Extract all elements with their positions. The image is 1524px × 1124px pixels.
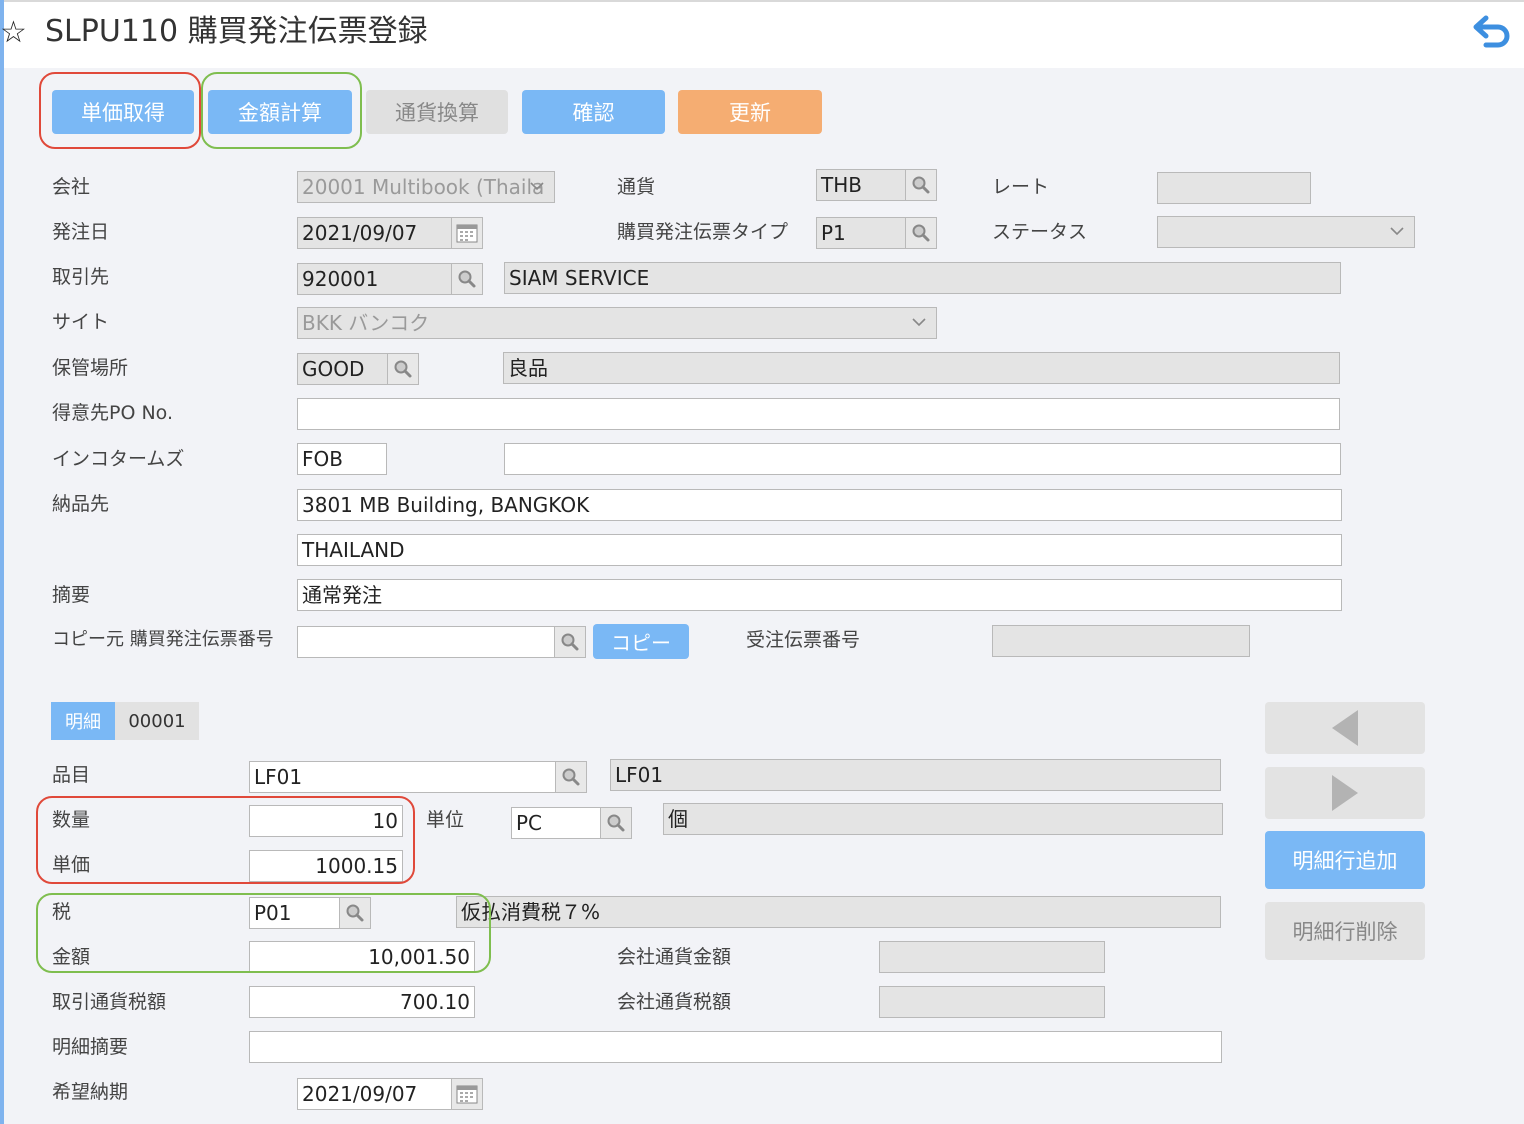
currency-value: THB: [821, 173, 862, 197]
unit-name-field: 個: [663, 803, 1223, 835]
tab-line-00001[interactable]: 00001: [115, 702, 199, 740]
vendor-code-field[interactable]: 920001: [297, 263, 483, 295]
sales-order-no-field: [992, 625, 1250, 657]
tab-detail[interactable]: 明細: [51, 702, 115, 740]
confirm-button[interactable]: 確認: [522, 90, 665, 134]
add-line-button[interactable]: 明細行追加: [1265, 831, 1425, 889]
triangle-right-icon: [1332, 775, 1358, 811]
item-code-value: LF01: [254, 765, 303, 789]
search-icon[interactable]: [554, 627, 585, 657]
line-memo-input[interactable]: [249, 1031, 1222, 1063]
storage-name-field: 良品: [503, 352, 1340, 384]
ship-to-line1-input[interactable]: 3801 MB Building, BANGKOK: [297, 489, 1342, 521]
company-value: 20001 Multibook (Thaila: [302, 175, 545, 199]
update-button[interactable]: 更新: [678, 90, 822, 134]
po-type-label: 購買発注伝票タイプ: [617, 221, 789, 243]
customer-po-label: 得意先PO No.: [52, 402, 173, 424]
vendor-code-value: 920001: [302, 267, 379, 291]
left-accent-stripe: [0, 0, 4, 1124]
order-date-value: 2021/09/07: [302, 221, 418, 245]
incoterms-label: インコタームズ: [52, 448, 185, 470]
unit-label: 単位: [426, 809, 465, 831]
storage-code-field[interactable]: GOOD: [297, 353, 419, 385]
chevron-down-icon: [912, 318, 926, 327]
delivery-date-input[interactable]: 2021/09/07: [297, 1078, 483, 1110]
unit-code-input[interactable]: PC: [511, 807, 632, 839]
company-amount-label: 会社通貨金額: [617, 946, 732, 968]
rate-field: [1157, 172, 1311, 204]
memo-label: 摘要: [52, 584, 91, 606]
page-title: SLPU110 購買発注伝票登録: [45, 14, 428, 49]
storage-code-value: GOOD: [302, 357, 365, 381]
search-icon[interactable]: [387, 354, 418, 384]
currency-label: 通貨: [617, 176, 656, 198]
ship-to-line2-input[interactable]: THAILAND: [297, 534, 1342, 566]
company-amount-field: [879, 941, 1105, 973]
delivery-date-label: 希望納期: [52, 1081, 129, 1103]
vendor-label: 取引先: [52, 266, 110, 288]
site-value: BKK バンコク: [302, 311, 430, 335]
chevron-down-icon: [1390, 227, 1404, 236]
calendar-icon[interactable]: [451, 1079, 482, 1109]
incoterms-code-input[interactable]: FOB: [297, 443, 387, 475]
currency-field[interactable]: THB: [816, 169, 937, 201]
line-memo-label: 明細摘要: [52, 1036, 129, 1058]
order-date-label: 発注日: [52, 221, 110, 243]
tax-amount-input[interactable]: 700.10: [249, 986, 475, 1018]
tax-name-field: 仮払消費税７%: [456, 896, 1221, 928]
item-name-field: LF01: [610, 759, 1221, 791]
rate-label: レート: [992, 176, 1050, 198]
previous-line-button[interactable]: [1265, 702, 1425, 754]
search-icon[interactable]: [905, 218, 936, 248]
sales-order-no-label: 受注伝票番号: [746, 629, 861, 651]
favorite-star-icon[interactable]: ☆: [0, 18, 27, 48]
ship-to-label: 納品先: [52, 493, 110, 515]
search-icon[interactable]: [451, 264, 482, 294]
return-icon[interactable]: [1472, 14, 1512, 50]
delivery-date-value: 2021/09/07: [302, 1082, 418, 1106]
search-icon[interactable]: [905, 170, 936, 200]
highlight-unit-price: [39, 72, 201, 149]
highlight-tax-amount: [36, 893, 491, 973]
search-icon[interactable]: [600, 808, 631, 838]
company-tax-label: 会社通貨税額: [617, 991, 732, 1013]
currency-conversion-button[interactable]: 通貨換算: [366, 90, 508, 134]
site-select[interactable]: BKK バンコク: [297, 307, 937, 339]
item-label: 品目: [52, 764, 91, 786]
memo-input[interactable]: 通常発注: [297, 579, 1342, 611]
copy-source-label: コピー元 購買発注伝票番号: [52, 629, 274, 650]
order-date-field[interactable]: 2021/09/07: [297, 217, 483, 249]
search-icon[interactable]: [555, 762, 586, 792]
item-code-input[interactable]: LF01: [249, 761, 587, 793]
delete-line-button[interactable]: 明細行削除: [1265, 902, 1425, 960]
highlight-qty-price: [36, 796, 415, 884]
customer-po-input[interactable]: [297, 398, 1340, 430]
triangle-left-icon: [1332, 710, 1358, 746]
company-label: 会社: [52, 176, 91, 198]
copy-source-input[interactable]: [297, 626, 586, 658]
company-select[interactable]: 20001 Multibook (Thaila: [297, 171, 555, 203]
status-label: ステータス: [992, 221, 1088, 243]
po-type-field[interactable]: P1: [816, 217, 937, 249]
site-label: サイト: [52, 311, 110, 333]
unit-code-value: PC: [516, 811, 543, 835]
copy-button[interactable]: コピー: [593, 624, 689, 659]
tax-amount-label: 取引通貨税額: [52, 991, 167, 1013]
calendar-icon[interactable]: [451, 218, 482, 248]
vendor-name-field: SIAM SERVICE: [504, 262, 1341, 294]
storage-label: 保管場所: [52, 357, 129, 379]
next-line-button[interactable]: [1265, 767, 1425, 819]
status-select[interactable]: [1157, 216, 1415, 248]
chevron-down-icon: [530, 182, 544, 191]
po-type-value: P1: [821, 221, 846, 245]
incoterms-text-input[interactable]: [504, 443, 1341, 475]
highlight-amount-calc: [201, 72, 362, 149]
company-tax-field: [879, 986, 1105, 1018]
